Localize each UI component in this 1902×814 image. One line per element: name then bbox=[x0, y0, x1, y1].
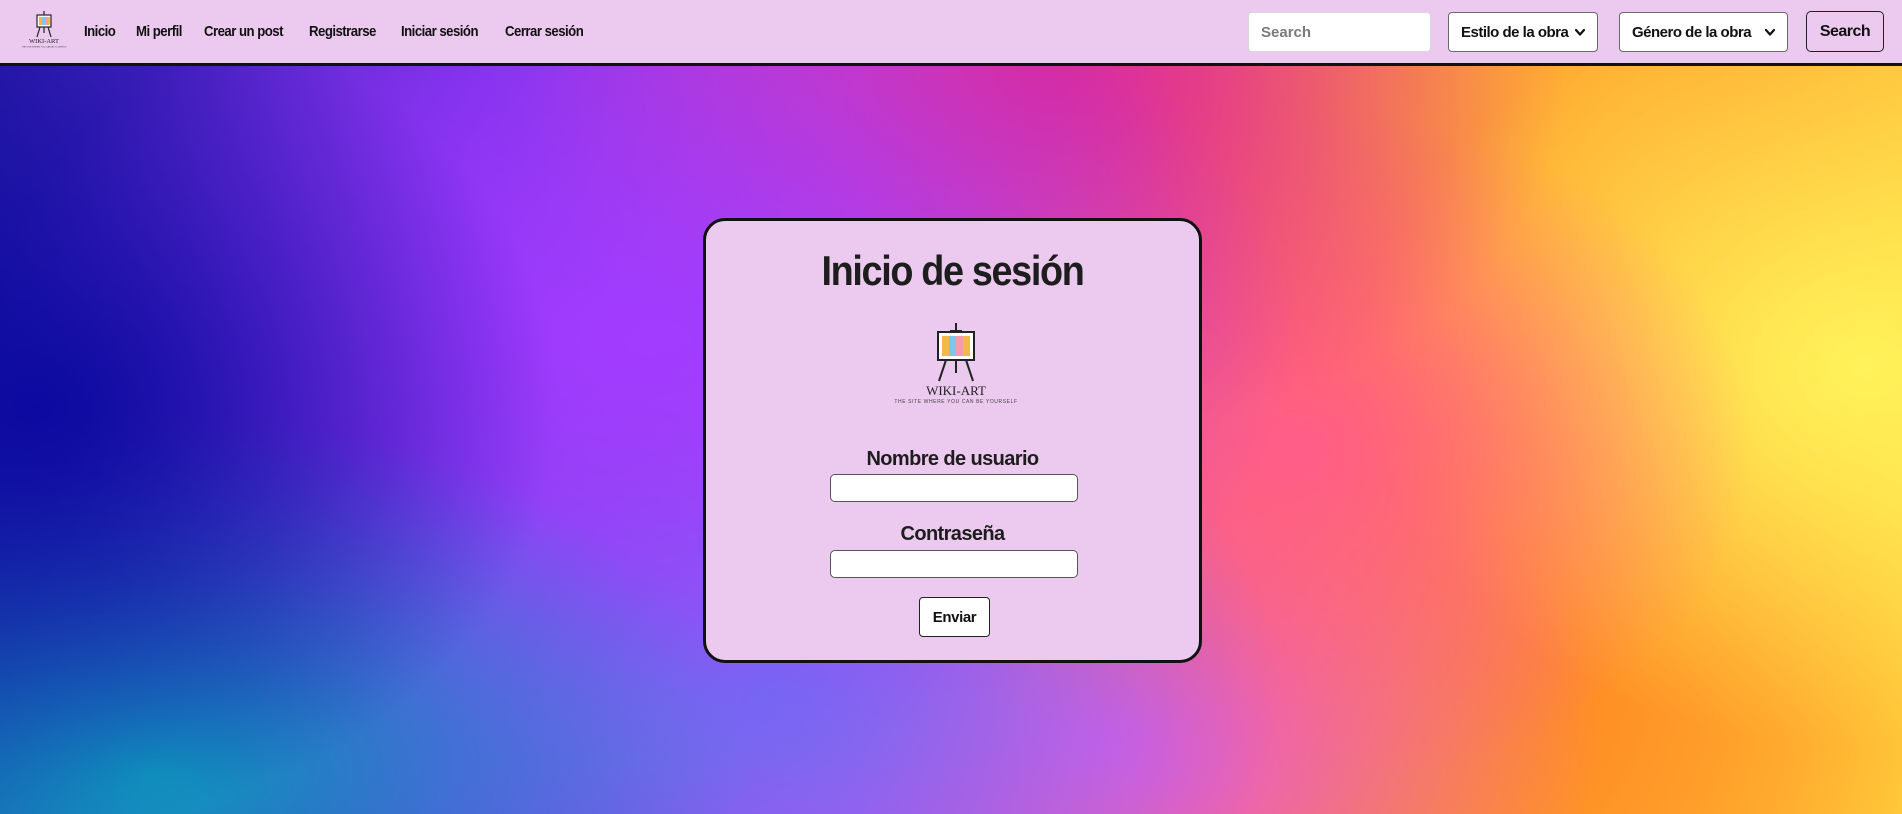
nav-links: Inicio Mi perfil Crear un post Registrar… bbox=[84, 0, 586, 63]
chevron-down-icon bbox=[1574, 28, 1586, 36]
nav-link-mi-perfil[interactable]: Mi perfil bbox=[136, 23, 182, 40]
nav-link-iniciar-sesion[interactable]: Iniciar sesión bbox=[401, 23, 479, 40]
brand-logo[interactable]: WIKI-ART THE SITE WHERE YOU CAN BE YOURS… bbox=[14, 10, 74, 50]
style-select-value: Estilo de la obra bbox=[1461, 23, 1569, 41]
nav-link-cerrar-sesion[interactable]: Cerrar sesión bbox=[505, 23, 584, 40]
login-card: Inicio de sesión WIKI-ART THE SITE WHERE… bbox=[703, 218, 1202, 663]
nav-link-registrarse[interactable]: Registrarse bbox=[309, 23, 376, 40]
submit-button[interactable]: Enviar bbox=[919, 597, 990, 637]
nav-link-inicio[interactable]: Inicio bbox=[84, 23, 116, 40]
brand-logo-text: WIKI-ART bbox=[29, 38, 59, 45]
username-field[interactable] bbox=[830, 474, 1078, 502]
card-logo-tagline: THE SITE WHERE YOU CAN BE YOURSELF bbox=[894, 399, 1017, 405]
style-select[interactable]: Estilo de la obra bbox=[1448, 12, 1598, 52]
chevron-down-icon bbox=[1764, 28, 1776, 36]
brand-tagline: THE SITE WHERE YOU CAN BE YOURSELF bbox=[21, 46, 67, 49]
card-logo: WIKI-ART THE SITE WHERE YOU CAN BE YOURS… bbox=[886, 321, 1026, 411]
search-button[interactable]: Search bbox=[1806, 11, 1884, 52]
password-field[interactable] bbox=[830, 550, 1078, 578]
nav-link-crear-post[interactable]: Crear un post bbox=[204, 23, 283, 40]
top-navbar: WIKI-ART THE SITE WHERE YOU CAN BE YOURS… bbox=[0, 0, 1902, 66]
genre-select[interactable]: Género de la obra bbox=[1619, 12, 1788, 52]
username-label: Nombre de usuario bbox=[866, 448, 1039, 470]
search-input[interactable] bbox=[1248, 12, 1431, 52]
easel-painting-icon: WIKI-ART THE SITE WHERE YOU CAN BE YOURS… bbox=[894, 323, 1017, 405]
easel-painting-icon: WIKI-ART THE SITE WHERE YOU CAN BE YOURS… bbox=[21, 11, 67, 49]
page-title: Inicio de sesión bbox=[821, 247, 1085, 294]
card-logo-text: WIKI-ART bbox=[926, 383, 986, 398]
password-label: Contraseña bbox=[900, 523, 1005, 545]
genre-select-value: Género de la obra bbox=[1632, 23, 1752, 41]
